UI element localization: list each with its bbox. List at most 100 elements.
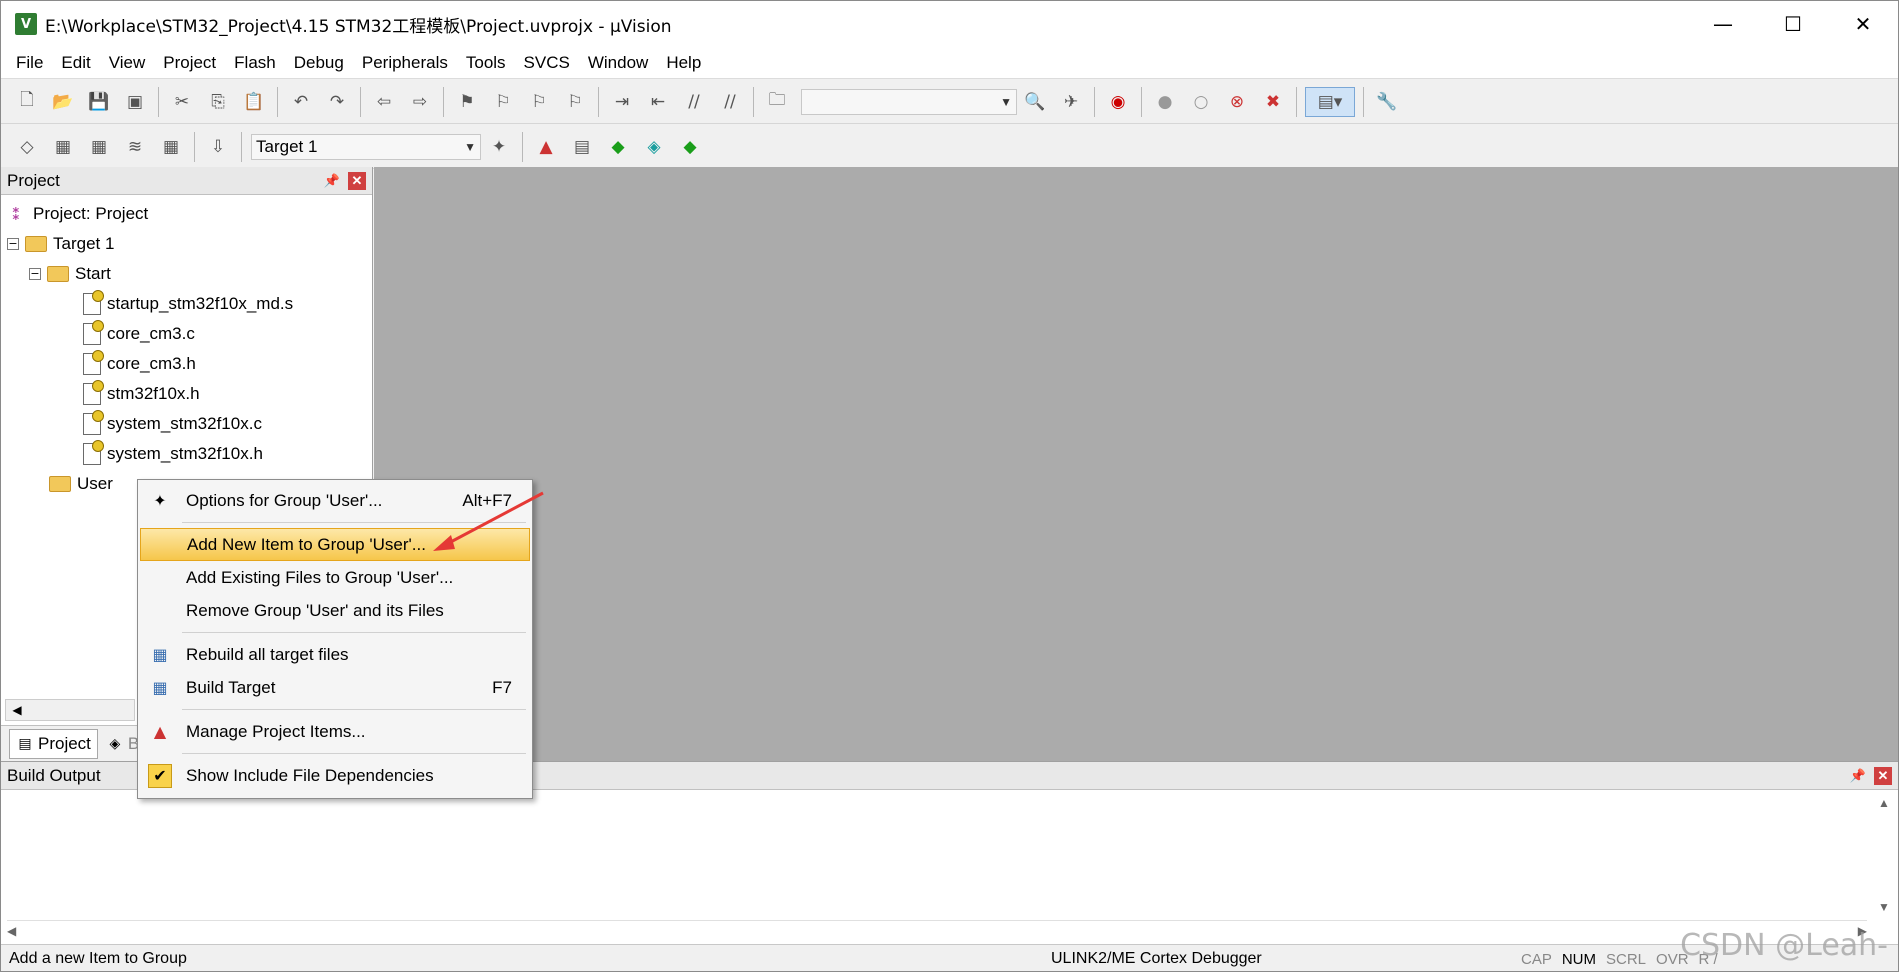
find-combo[interactable]: ▼ <box>801 88 1017 115</box>
pin-icon[interactable]: 📌 <box>324 173 340 189</box>
tab-project[interactable]: ▤ Project <box>9 728 98 759</box>
paste-icon[interactable]: 📋 <box>239 87 269 117</box>
rebuild-icon[interactable]: ▦ <box>84 132 114 162</box>
tree-file[interactable]: startup_stm32f10x_md.s <box>1 289 372 319</box>
undo-icon[interactable]: ↶ <box>286 87 316 117</box>
source-file-icon <box>83 410 104 435</box>
configure-icon[interactable]: 🔧 <box>1372 87 1402 117</box>
menu-window[interactable]: Window <box>579 47 657 79</box>
tree-target[interactable]: − Target 1 <box>1 229 372 259</box>
stop-build-icon[interactable]: ▦ <box>156 132 186 162</box>
menu-tools[interactable]: Tools <box>457 47 515 79</box>
menu-item-remove-group[interactable]: Remove Group 'User' and its Files <box>140 594 530 627</box>
tree-file[interactable]: system_stm32f10x.h <box>1 439 372 469</box>
menu-file[interactable]: File <box>7 47 52 79</box>
menu-item-add-existing-files[interactable]: Add Existing Files to Group 'User'... <box>140 561 530 594</box>
tree-file[interactable]: system_stm32f10x.c <box>1 409 372 439</box>
enable-breakpoint-icon[interactable]: ○ <box>1186 87 1216 117</box>
incremental-find-icon[interactable]: ✈ <box>1056 87 1086 117</box>
select-packs-icon[interactable]: ▤ <box>567 132 597 162</box>
insert-breakpoint-icon[interactable]: ● <box>1150 87 1180 117</box>
toolbar-separator <box>443 86 444 117</box>
manage-project-items-icon[interactable]: ▲ <box>531 132 561 162</box>
disable-breakpoints-icon[interactable]: ⊗ <box>1222 87 1252 117</box>
menu-item-rebuild-all[interactable]: ▦ Rebuild all target files <box>140 638 530 671</box>
toolbar-separator <box>360 86 361 117</box>
tree-file-label: stm32f10x.h <box>107 384 200 403</box>
menu-view[interactable]: View <box>100 47 155 79</box>
clear-bookmarks-icon[interactable]: ⚐ <box>560 87 590 117</box>
editor-area[interactable] <box>374 167 1898 761</box>
save-all-icon[interactable]: ▣ <box>120 87 150 117</box>
collapse-icon[interactable]: − <box>29 268 41 280</box>
uncomment-icon[interactable]: // <box>715 87 745 117</box>
maximize-icon[interactable]: ☐ <box>1758 1 1828 47</box>
vertical-scrollbar[interactable]: ▲ ▼ <box>1874 796 1894 914</box>
new-file-icon[interactable]: 🗋 <box>12 87 42 117</box>
navigate-forward-icon[interactable]: ⇨ <box>405 87 435 117</box>
translate-icon[interactable]: ◇ <box>12 132 42 162</box>
menu-svcs[interactable]: SVCS <box>515 47 579 79</box>
close-icon[interactable]: ✕ <box>1874 766 1892 785</box>
find-icon[interactable]: 🔍 <box>1020 87 1050 117</box>
menu-item-label: Rebuild all target files <box>186 644 349 664</box>
collapse-icon[interactable]: − <box>7 238 19 250</box>
tree-file[interactable]: stm32f10x.h <box>1 379 372 409</box>
next-bookmark-icon[interactable]: ⚐ <box>524 87 554 117</box>
manage-rte-icon[interactable]: ◆ <box>603 132 633 162</box>
unindent-icon[interactable]: ⇤ <box>643 87 673 117</box>
comment-icon[interactable]: // <box>679 87 709 117</box>
cut-icon[interactable]: ✂ <box>167 87 197 117</box>
save-icon[interactable]: 💾 <box>84 87 114 117</box>
scroll-left-icon[interactable]: ◀ <box>7 924 16 938</box>
build-icon[interactable]: ▦ <box>48 132 78 162</box>
batch-build-icon[interactable]: ≋ <box>120 132 150 162</box>
tree-file[interactable]: core_cm3.h <box>1 349 372 379</box>
scroll-up-icon[interactable]: ▲ <box>1878 796 1890 810</box>
pack-installer-icon[interactable]: ◈ <box>639 132 669 162</box>
menu-item-label: Add Existing Files to Group 'User'... <box>186 567 454 587</box>
manage-items-icon: ▲ <box>153 722 167 741</box>
copy-icon[interactable]: ⎘ <box>203 87 233 117</box>
kill-breakpoints-icon[interactable]: ✖ <box>1258 87 1288 117</box>
options-for-target-icon[interactable]: ✦ <box>484 132 514 162</box>
tree-root[interactable]: ⁑ Project: Project <box>1 199 372 229</box>
window-layout-icon[interactable]: ▤▾ <box>1305 86 1355 117</box>
status-flag-cap: CAP <box>1521 950 1552 968</box>
minimize-icon[interactable]: — <box>1688 1 1758 47</box>
menu-debug[interactable]: Debug <box>285 47 353 79</box>
find-in-files-icon[interactable]: 🗀 <box>762 87 792 117</box>
scroll-left-icon[interactable]: ◀ <box>6 699 28 721</box>
bookmark-icon[interactable]: ⚑ <box>452 87 482 117</box>
annotation-arrow-line <box>444 491 544 547</box>
target-select[interactable]: Target 1 ▼ <box>251 133 481 160</box>
menu-flash[interactable]: Flash <box>225 47 285 79</box>
pin-icon[interactable]: 📌 <box>1850 768 1866 784</box>
tree-group-start[interactable]: − Start <box>1 259 372 289</box>
redo-icon[interactable]: ↷ <box>322 87 352 117</box>
component-icon[interactable]: ◆ <box>675 132 705 162</box>
menu-edit[interactable]: Edit <box>52 47 99 79</box>
download-load-icon[interactable]: ⇩ <box>203 132 233 162</box>
horizontal-scrollbar[interactable]: ◀ <box>5 699 135 721</box>
menu-project[interactable]: Project <box>154 47 225 79</box>
prev-bookmark-icon[interactable]: ⚐ <box>488 87 518 117</box>
tree-file[interactable]: core_cm3.c <box>1 319 372 349</box>
toolbar-separator <box>1363 86 1364 117</box>
open-file-icon[interactable]: 📂 <box>48 87 78 117</box>
menu-item-build-target[interactable]: ▦ Build Target F7 <box>140 671 530 704</box>
menu-item-manage-project-items[interactable]: ▲ Manage Project Items... <box>140 715 530 748</box>
menu-item-shortcut: F7 <box>492 677 512 697</box>
scroll-down-icon[interactable]: ▼ <box>1878 900 1890 914</box>
annotation-arrow <box>433 491 544 551</box>
horizontal-scrollbar[interactable]: ◀ ▶ <box>7 920 1867 940</box>
close-icon[interactable]: ✕ <box>1828 1 1898 47</box>
menu-item-show-include-deps[interactable]: ✔ Show Include File Dependencies <box>140 759 530 792</box>
debug-session-icon[interactable]: ◉ <box>1103 87 1133 117</box>
close-icon[interactable]: ✕ <box>348 171 366 190</box>
indent-icon[interactable]: ⇥ <box>607 87 637 117</box>
menu-help[interactable]: Help <box>657 47 710 79</box>
toolbar-separator <box>158 86 159 117</box>
menu-peripherals[interactable]: Peripherals <box>353 47 457 79</box>
navigate-back-icon[interactable]: ⇦ <box>369 87 399 117</box>
